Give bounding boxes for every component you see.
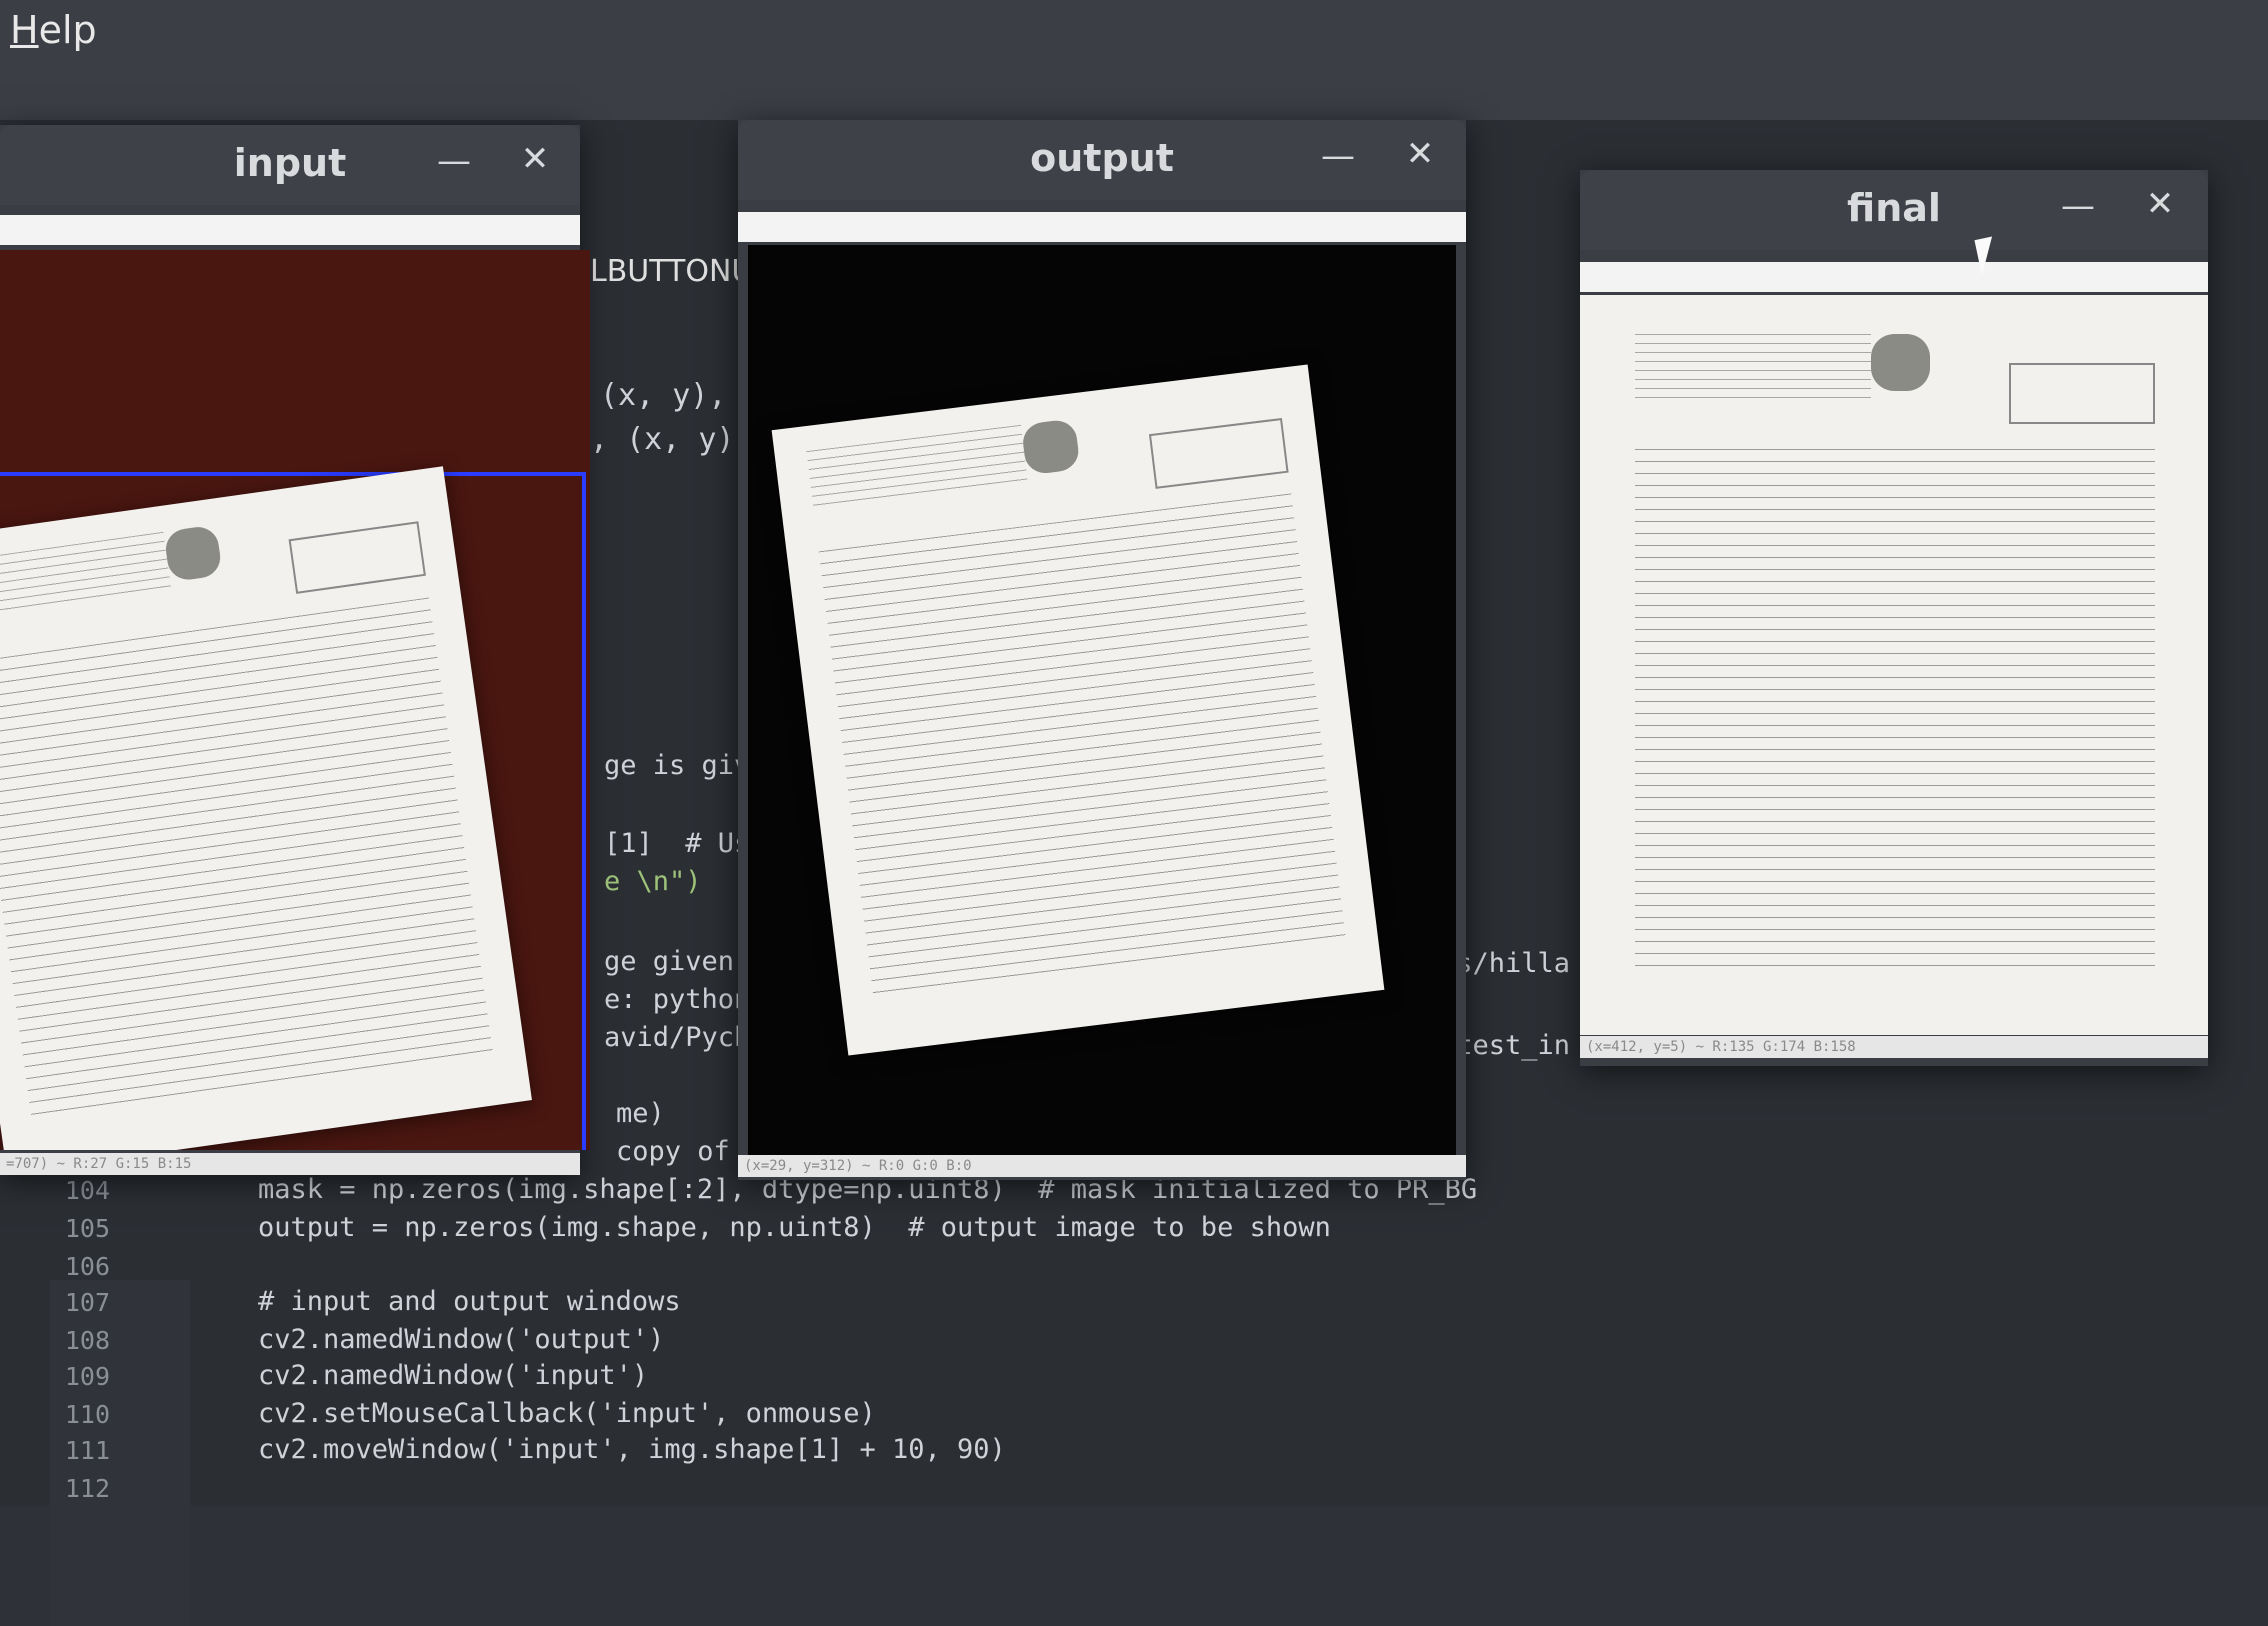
line-number: 111: [64, 1436, 110, 1465]
minimize-icon[interactable]: —: [2058, 186, 2098, 226]
invoice-document: [0, 466, 532, 1150]
line-number: 107: [64, 1288, 110, 1317]
code-fragment: me): [616, 1098, 665, 1129]
input-titlebar[interactable]: input — ✕: [0, 125, 580, 205]
line-number: 109: [64, 1362, 110, 1391]
line-number: 104: [64, 1176, 110, 1205]
line-number: 106: [64, 1252, 110, 1281]
input-window[interactable]: input — ✕ =707) ~ R:27 G:15 B:15: [0, 125, 590, 1175]
toolbar-strip: [1580, 262, 2208, 292]
code-line: cv2.namedWindow('output'): [258, 1324, 665, 1355]
window-title: final: [1847, 186, 1941, 230]
code-fragment: e \n"): [604, 866, 702, 897]
code-fragment: ge given,: [604, 946, 751, 977]
code-line: cv2.moveWindow('input', img.shape[1] + 1…: [258, 1434, 1006, 1465]
minimize-icon[interactable]: —: [434, 141, 474, 181]
code-line: cv2.namedWindow('input'): [258, 1360, 649, 1391]
code-line: # input and output windows: [258, 1286, 681, 1317]
close-icon[interactable]: ✕: [2140, 184, 2180, 224]
final-titlebar[interactable]: final — ✕: [1580, 170, 2208, 250]
invoice-document: [771, 364, 1385, 1056]
code-fragment: e: python: [604, 984, 751, 1015]
output-image: [748, 245, 1456, 1155]
invoice-document: [1600, 305, 2190, 1025]
code-line: output = np.zeros(img.shape, np.uint8) #…: [258, 1212, 1331, 1243]
output-titlebar[interactable]: output — ✕: [738, 120, 1466, 200]
line-number: 110: [64, 1400, 110, 1429]
line-number: 108: [64, 1326, 110, 1355]
close-icon[interactable]: ✕: [1400, 134, 1440, 174]
toolbar-strip: [0, 215, 580, 245]
toolbar-strip: [738, 212, 1466, 242]
line-number: 105: [64, 1214, 110, 1243]
window-title: input: [233, 141, 347, 185]
output-status: (x=29, y=312) ~ R:0 G:0 B:0: [738, 1155, 1466, 1177]
code-line: cv2.setMouseCallback('input', onmouse): [258, 1398, 876, 1429]
output-window[interactable]: output — ✕ (x=29, y=312) ~ R:0 G:0 B:0: [738, 120, 1466, 1180]
close-icon[interactable]: ✕: [515, 139, 555, 179]
input-image[interactable]: [0, 250, 590, 1150]
final-status: (x=412, y=5) ~ R:135 G:174 B:158: [1580, 1036, 2208, 1058]
final-window[interactable]: final — ✕ (x=412, y=5) ~ R:135 G:174 B:1…: [1580, 170, 2208, 1066]
code-fragment: , (x, y),: [590, 422, 753, 457]
final-image: [1580, 295, 2208, 1035]
menu-bar: Help: [0, 0, 2268, 120]
line-number: 112: [64, 1474, 110, 1503]
minimize-icon[interactable]: —: [1318, 136, 1358, 176]
menu-help[interactable]: Help: [10, 8, 97, 52]
input-status: =707) ~ R:27 G:15 B:15: [0, 1153, 580, 1175]
